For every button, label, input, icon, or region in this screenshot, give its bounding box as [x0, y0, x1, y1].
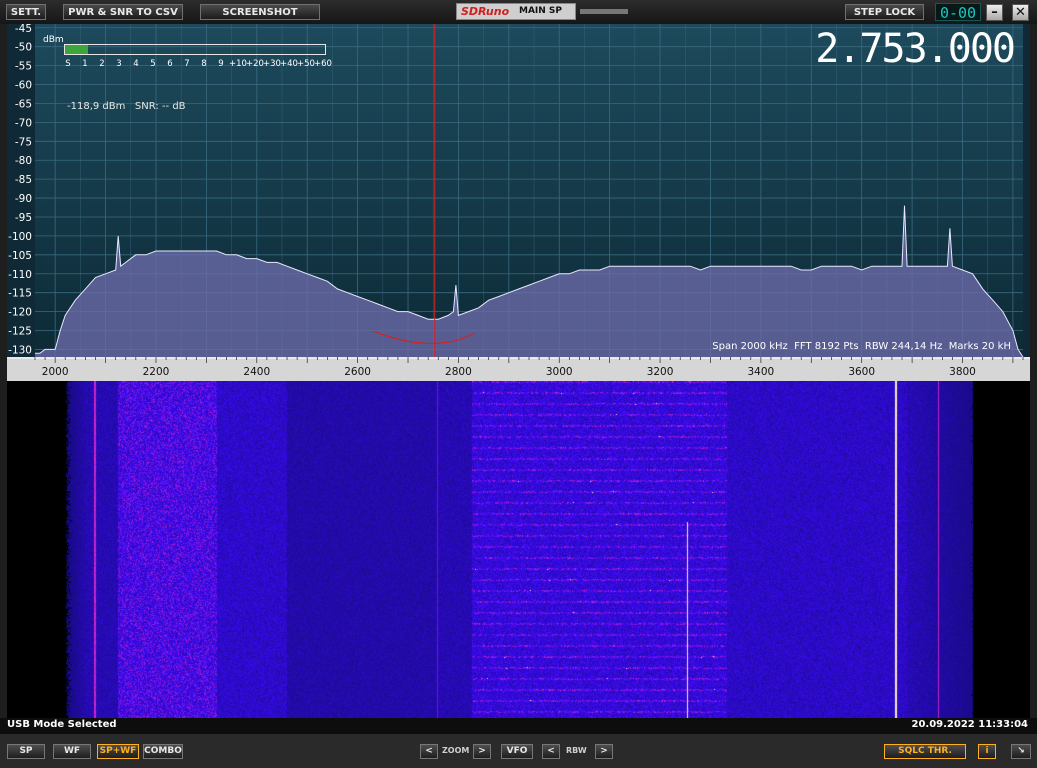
logo-divider [580, 9, 628, 14]
smeter-level [65, 45, 89, 54]
rbw-label: RBW [566, 746, 587, 755]
sp-wf-button[interactable]: SP+WF [97, 744, 139, 759]
datetime: 20.09.2022 11:33:04 [911, 719, 1029, 730]
sdruno-logo: SDRuno MAIN SP [456, 3, 576, 20]
x-tick-label: 3800 [949, 366, 976, 378]
spectrum-chart[interactable]: -45 -50 -55 -60 -65 -70 -75 -80 -85 -90 -95 -100 -10… [7, 24, 1030, 381]
snr-value: SNR: -- dB [134, 101, 186, 112]
smeter-scale-label: 7 [184, 59, 190, 69]
y-tick-label: -60 [15, 80, 32, 92]
waterfall-display[interactable] [7, 381, 1030, 718]
power-value: -118,9 dBm [67, 101, 126, 112]
y-tick-label: -90 [15, 193, 32, 205]
smeter-scale-label: 9 [218, 59, 224, 69]
x-tick-label: 2000 [42, 366, 69, 378]
smeter-scale-label: +40 [280, 59, 298, 69]
bottom-toolbar: SP WF SP+WF COMBO < ZOOM > VFO < RBW > S… [0, 734, 1037, 768]
smeter-scale-label: 6 [167, 59, 173, 69]
title-bar: SETT. PWR & SNR TO CSV SCREENSHOT SDRuno… [0, 0, 1037, 24]
spectrum-display[interactable]: -45 -50 -55 -60 -65 -70 -75 -80 -85 -90 -95 -100 -10… [7, 24, 1030, 381]
minimize-icon[interactable]: – [986, 4, 1003, 21]
expand-icon[interactable]: ↘ [1011, 744, 1031, 759]
rbw-prev-button[interactable]: < [542, 744, 560, 759]
screenshot-button[interactable]: SCREENSHOT [200, 4, 320, 20]
y-tick-label: -110 [8, 269, 32, 281]
y-tick-label: -70 [15, 117, 32, 129]
y-tick-label: -75 [15, 136, 32, 148]
y-tick-label: -85 [15, 174, 32, 186]
status-bar: USB Mode Selected 20.09.2022 11:33:04 [0, 718, 1037, 734]
smeter-scale-label: +10 [229, 59, 247, 69]
x-tick-label: 3200 [647, 366, 674, 378]
step-lock-button[interactable]: STEP LOCK [845, 4, 924, 20]
smeter-scale-label: +20 [246, 59, 264, 69]
rbw-next-button[interactable]: > [595, 744, 613, 759]
x-tick-label: 2800 [445, 366, 472, 378]
zoom-in-button[interactable]: > [473, 744, 491, 759]
y-tick-label: -125 [8, 326, 32, 338]
sp-button[interactable]: SP [7, 744, 45, 759]
smeter-scale-label: 2 [99, 59, 105, 69]
smeter-scale-label: 3 [116, 59, 122, 69]
y-tick-label: -45 [15, 24, 32, 35]
wf-button[interactable]: WF [53, 744, 91, 759]
smeter-scale-label: 5 [150, 59, 156, 69]
info-button[interactable]: i [978, 744, 996, 759]
x-tick-label: 2600 [344, 366, 371, 378]
combo-button[interactable]: COMBO [143, 744, 183, 759]
vfo-button[interactable]: VFO [501, 744, 533, 759]
smeter-scale-label: +60 [314, 59, 332, 69]
mode-status: USB Mode Selected [7, 719, 117, 730]
close-icon[interactable]: ✕ [1012, 4, 1029, 21]
smeter-unit: dBm [43, 35, 64, 45]
x-tick-label: 3600 [848, 366, 875, 378]
x-tick-label: 3400 [748, 366, 775, 378]
brand-name: SDRuno [461, 5, 510, 18]
y-tick-label: -65 [15, 98, 32, 110]
y-tick-label: -95 [15, 212, 32, 224]
power-readout: -118,9 dBm SNR: -- dB [67, 101, 186, 112]
smeter-scale-label: +50 [297, 59, 315, 69]
panel-name: MAIN SP [519, 6, 563, 16]
zoom-label: ZOOM [442, 746, 470, 755]
smeter-scale-label: +30 [263, 59, 281, 69]
y-tick-label: -50 [15, 42, 32, 54]
zoom-out-button[interactable]: < [420, 744, 438, 759]
waterfall-canvas[interactable] [7, 381, 1030, 718]
pwr-snr-to-csv-button[interactable]: PWR & SNR TO CSV [63, 4, 183, 20]
smeter-scale-label: 8 [201, 59, 207, 69]
y-tick-label: -105 [8, 250, 32, 262]
x-tick-label: 2400 [243, 366, 270, 378]
spectrum-info: Span 2000 kHz FFT 8192 Pts RBW 244,14 Hz… [712, 341, 1011, 352]
y-tick-label: -115 [8, 288, 32, 300]
step-display: 0-00 [935, 3, 981, 22]
smeter-scale-label: S [65, 59, 71, 69]
smeter-scale-label: 1 [82, 59, 88, 69]
smeter-bar [64, 44, 326, 55]
vfo-frequency[interactable]: 2.753.000 [815, 26, 1016, 72]
y-tick-label: -55 [15, 61, 32, 73]
settings-button[interactable]: SETT. [6, 4, 46, 20]
x-tick-label: 3000 [546, 366, 573, 378]
smeter-scale-label: 4 [133, 59, 139, 69]
y-tick-label: -120 [8, 307, 32, 319]
y-tick-label: -100 [8, 231, 32, 243]
y-tick-label: -80 [15, 155, 32, 167]
y-tick-label: -130 [8, 344, 32, 356]
x-tick-label: 2200 [143, 366, 170, 378]
sqlc-threshold-button[interactable]: SQLC THR. [884, 744, 966, 759]
